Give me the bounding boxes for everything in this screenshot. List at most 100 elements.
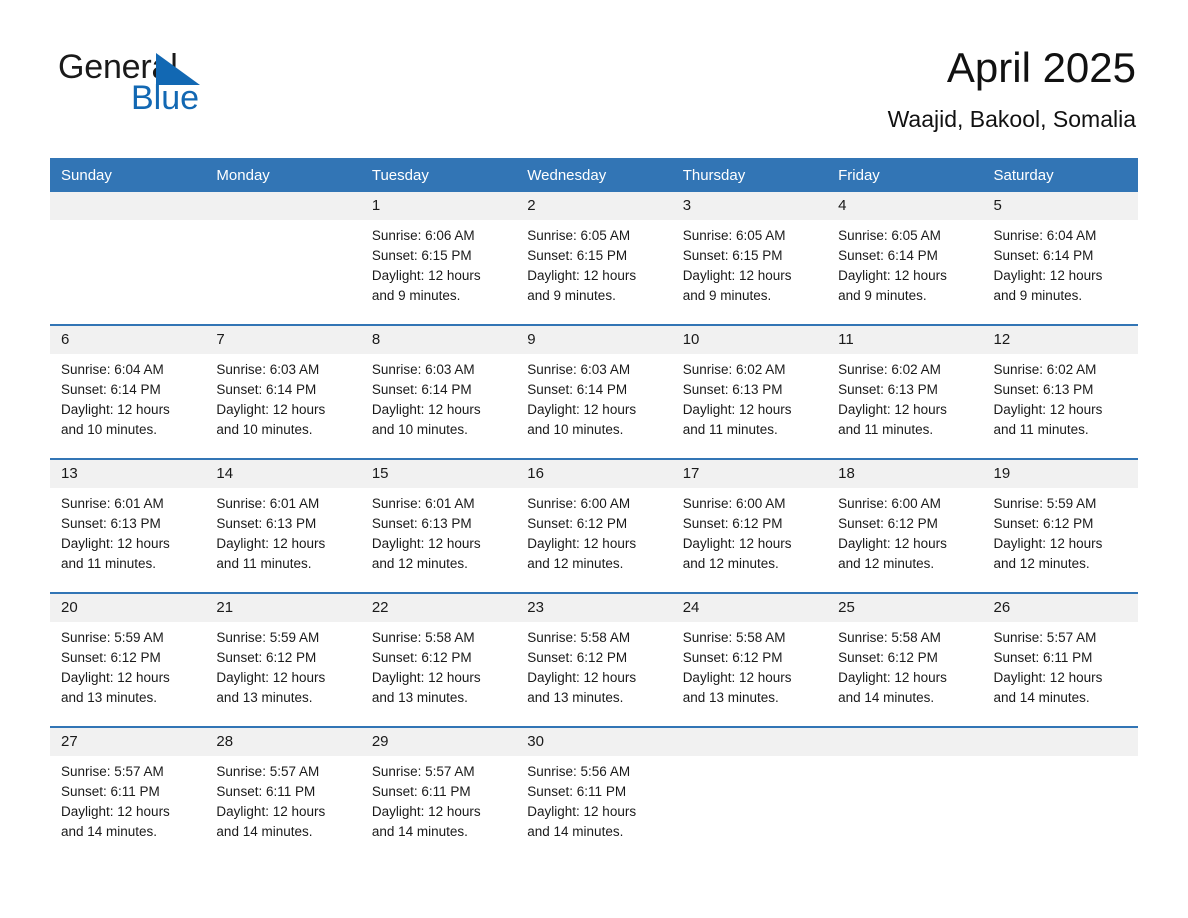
day-number: 29	[360, 728, 517, 756]
calendar-week-row: 27 Sunrise: 5:57 AM Sunset: 6:11 PM Dayli…	[50, 726, 1138, 860]
day-number	[671, 728, 828, 756]
day-number: 8	[360, 326, 517, 354]
calendar-day-cell[interactable]: 22 Sunrise: 5:58 AM Sunset: 6:12 PM Dayli…	[360, 592, 517, 727]
calendar-day-cell[interactable]: 28 Sunrise: 5:57 AM Sunset: 6:11 PM Dayli…	[205, 726, 361, 860]
day-info: Sunrise: 6:02 AM Sunset: 6:13 PM Dayligh…	[682, 362, 792, 437]
day-info: Sunrise: 6:03 AM Sunset: 6:14 PM Dayligh…	[216, 362, 326, 437]
day-number: 27	[50, 728, 206, 756]
day-info: Sunrise: 5:58 AM Sunset: 6:12 PM Dayligh…	[682, 630, 792, 705]
weekday-header-sunday: Sunday	[50, 158, 206, 192]
day-number: 23	[516, 594, 672, 622]
calendar-day-cell[interactable]: 15 Sunrise: 6:01 AM Sunset: 6:13 PM Dayli…	[360, 458, 517, 593]
day-number: 2	[516, 192, 672, 220]
day-number: 9	[516, 326, 672, 354]
weekday-header-thursday: Thursday	[671, 158, 828, 192]
calendar-day-cell[interactable]	[671, 726, 828, 860]
calendar-day-cell[interactable]: 27 Sunrise: 5:57 AM Sunset: 6:11 PM Dayli…	[50, 726, 206, 860]
calendar-day-cell[interactable]: 11 Sunrise: 6:02 AM Sunset: 6:13 PM Dayli…	[827, 324, 983, 459]
day-info: Sunrise: 6:02 AM Sunset: 6:13 PM Dayligh…	[993, 362, 1103, 437]
calendar-day-cell[interactable]: 7 Sunrise: 6:03 AM Sunset: 6:14 PM Daylig…	[205, 324, 361, 459]
day-info	[827, 756, 982, 762]
calendar-day-cell[interactable]: 5 Sunrise: 6:04 AM Sunset: 6:14 PM Daylig…	[982, 192, 1138, 325]
day-number: 26	[982, 594, 1138, 622]
calendar-day-cell[interactable]	[50, 192, 206, 325]
day-number: 3	[671, 192, 828, 220]
day-number: 22	[360, 594, 517, 622]
calendar-day-cell[interactable]	[982, 726, 1138, 860]
calendar-day-cell[interactable]: 6 Sunrise: 6:04 AM Sunset: 6:14 PM Daylig…	[50, 324, 206, 459]
weekday-header-saturday: Saturday	[982, 158, 1138, 192]
day-info: Sunrise: 5:57 AM Sunset: 6:11 PM Dayligh…	[371, 764, 481, 839]
title-block: April 2025 Waajid, Bakool, Somalia	[888, 44, 1136, 134]
day-number: 7	[205, 326, 361, 354]
logo-text-blue: Blue	[131, 79, 200, 117]
day-info: Sunrise: 6:00 AM Sunset: 6:12 PM Dayligh…	[838, 496, 947, 571]
day-info: Sunrise: 6:00 AM Sunset: 6:12 PM Dayligh…	[527, 496, 637, 571]
weekday-header-tuesday: Tuesday	[360, 158, 517, 192]
calendar-day-cell[interactable]: 13 Sunrise: 6:01 AM Sunset: 6:13 PM Dayli…	[50, 458, 206, 593]
day-info: Sunrise: 6:03 AM Sunset: 6:14 PM Dayligh…	[371, 362, 481, 437]
day-number	[827, 728, 983, 756]
day-info	[50, 220, 205, 226]
calendar-day-cell[interactable]: 2 Sunrise: 6:05 AM Sunset: 6:15 PM Daylig…	[516, 192, 672, 325]
calendar-day-cell[interactable]	[827, 726, 983, 860]
calendar-body: 1 Sunrise: 6:06 AM Sunset: 6:15 PM Daylig…	[50, 192, 1138, 860]
calendar-day-cell[interactable]: 29 Sunrise: 5:57 AM Sunset: 6:11 PM Dayli…	[360, 726, 517, 860]
calendar-week-row: 13 Sunrise: 6:01 AM Sunset: 6:13 PM Dayli…	[50, 458, 1138, 593]
calendar-day-cell[interactable]: 14 Sunrise: 6:01 AM Sunset: 6:13 PM Dayli…	[205, 458, 361, 593]
calendar-day-cell[interactable]: 12 Sunrise: 6:02 AM Sunset: 6:13 PM Dayli…	[982, 324, 1138, 459]
calendar-day-cell[interactable]: 24 Sunrise: 5:58 AM Sunset: 6:12 PM Dayli…	[671, 592, 828, 727]
day-number: 24	[671, 594, 828, 622]
day-number: 17	[671, 460, 828, 488]
day-number: 20	[50, 594, 206, 622]
calendar-day-cell[interactable]: 26 Sunrise: 5:57 AM Sunset: 6:11 PM Dayli…	[982, 592, 1138, 727]
day-number	[50, 192, 206, 220]
calendar-day-cell[interactable]: 9 Sunrise: 6:03 AM Sunset: 6:14 PM Daylig…	[516, 324, 672, 459]
general-blue-logo[interactable]: General Blue	[58, 50, 358, 120]
day-info: Sunrise: 5:58 AM Sunset: 6:12 PM Dayligh…	[527, 630, 637, 705]
day-number: 12	[982, 326, 1138, 354]
day-info: Sunrise: 5:58 AM Sunset: 6:12 PM Dayligh…	[371, 630, 481, 705]
day-info: Sunrise: 5:58 AM Sunset: 6:12 PM Dayligh…	[838, 630, 947, 705]
calendar-day-cell[interactable]: 19 Sunrise: 5:59 AM Sunset: 6:12 PM Dayli…	[982, 458, 1138, 593]
calendar-day-cell[interactable]: 16 Sunrise: 6:00 AM Sunset: 6:12 PM Dayli…	[516, 458, 672, 593]
calendar-week-row: 20 Sunrise: 5:59 AM Sunset: 6:12 PM Dayli…	[50, 592, 1138, 727]
calendar-day-cell[interactable]: 23 Sunrise: 5:58 AM Sunset: 6:12 PM Dayli…	[516, 592, 672, 727]
day-number: 5	[982, 192, 1138, 220]
day-info: Sunrise: 5:56 AM Sunset: 6:11 PM Dayligh…	[527, 764, 637, 839]
calendar-day-cell[interactable]: 1 Sunrise: 6:06 AM Sunset: 6:15 PM Daylig…	[360, 192, 517, 325]
calendar-day-cell[interactable]: 21 Sunrise: 5:59 AM Sunset: 6:12 PM Dayli…	[205, 592, 361, 727]
day-info: Sunrise: 5:57 AM Sunset: 6:11 PM Dayligh…	[61, 764, 170, 839]
calendar-day-cell[interactable]: 10 Sunrise: 6:02 AM Sunset: 6:13 PM Dayli…	[671, 324, 828, 459]
day-number: 4	[827, 192, 983, 220]
page-title: April 2025	[946, 44, 1136, 91]
calendar-day-cell[interactable]: 17 Sunrise: 6:00 AM Sunset: 6:12 PM Dayli…	[671, 458, 828, 593]
weekday-header-monday: Monday	[205, 158, 361, 192]
day-number: 16	[516, 460, 672, 488]
day-number: 28	[205, 728, 361, 756]
day-info: Sunrise: 6:06 AM Sunset: 6:15 PM Dayligh…	[371, 228, 481, 303]
day-number: 10	[671, 326, 828, 354]
calendar-day-cell[interactable]: 25 Sunrise: 5:58 AM Sunset: 6:12 PM Dayli…	[827, 592, 983, 727]
calendar-day-cell[interactable]: 18 Sunrise: 6:00 AM Sunset: 6:12 PM Dayli…	[827, 458, 983, 593]
day-number: 25	[827, 594, 983, 622]
weekday-header-wednesday: Wednesday	[516, 158, 672, 192]
day-info: Sunrise: 6:01 AM Sunset: 6:13 PM Dayligh…	[371, 496, 481, 571]
weekday-header-friday: Friday	[827, 158, 983, 192]
day-info: Sunrise: 6:04 AM Sunset: 6:14 PM Dayligh…	[993, 228, 1103, 303]
day-info: Sunrise: 6:01 AM Sunset: 6:13 PM Dayligh…	[216, 496, 326, 571]
page-subtitle: Waajid, Bakool, Somalia	[887, 106, 1136, 132]
day-info: Sunrise: 5:59 AM Sunset: 6:12 PM Dayligh…	[216, 630, 326, 705]
day-number: 21	[205, 594, 361, 622]
day-number: 14	[205, 460, 361, 488]
calendar-day-cell[interactable]	[205, 192, 361, 325]
calendar-day-cell[interactable]: 8 Sunrise: 6:03 AM Sunset: 6:14 PM Daylig…	[360, 324, 517, 459]
calendar-day-cell[interactable]: 20 Sunrise: 5:59 AM Sunset: 6:12 PM Dayli…	[50, 592, 206, 727]
calendar-day-cell[interactable]: 3 Sunrise: 6:05 AM Sunset: 6:15 PM Daylig…	[671, 192, 828, 325]
calendar-day-cell[interactable]: 4 Sunrise: 6:05 AM Sunset: 6:14 PM Daylig…	[827, 192, 983, 325]
day-info: Sunrise: 6:05 AM Sunset: 6:15 PM Dayligh…	[682, 228, 792, 303]
day-number: 19	[982, 460, 1138, 488]
day-info: Sunrise: 6:05 AM Sunset: 6:14 PM Dayligh…	[838, 228, 947, 303]
calendar-day-cell[interactable]: 30 Sunrise: 5:56 AM Sunset: 6:11 PM Dayli…	[516, 726, 672, 860]
day-info: Sunrise: 5:59 AM Sunset: 6:12 PM Dayligh…	[993, 496, 1103, 571]
